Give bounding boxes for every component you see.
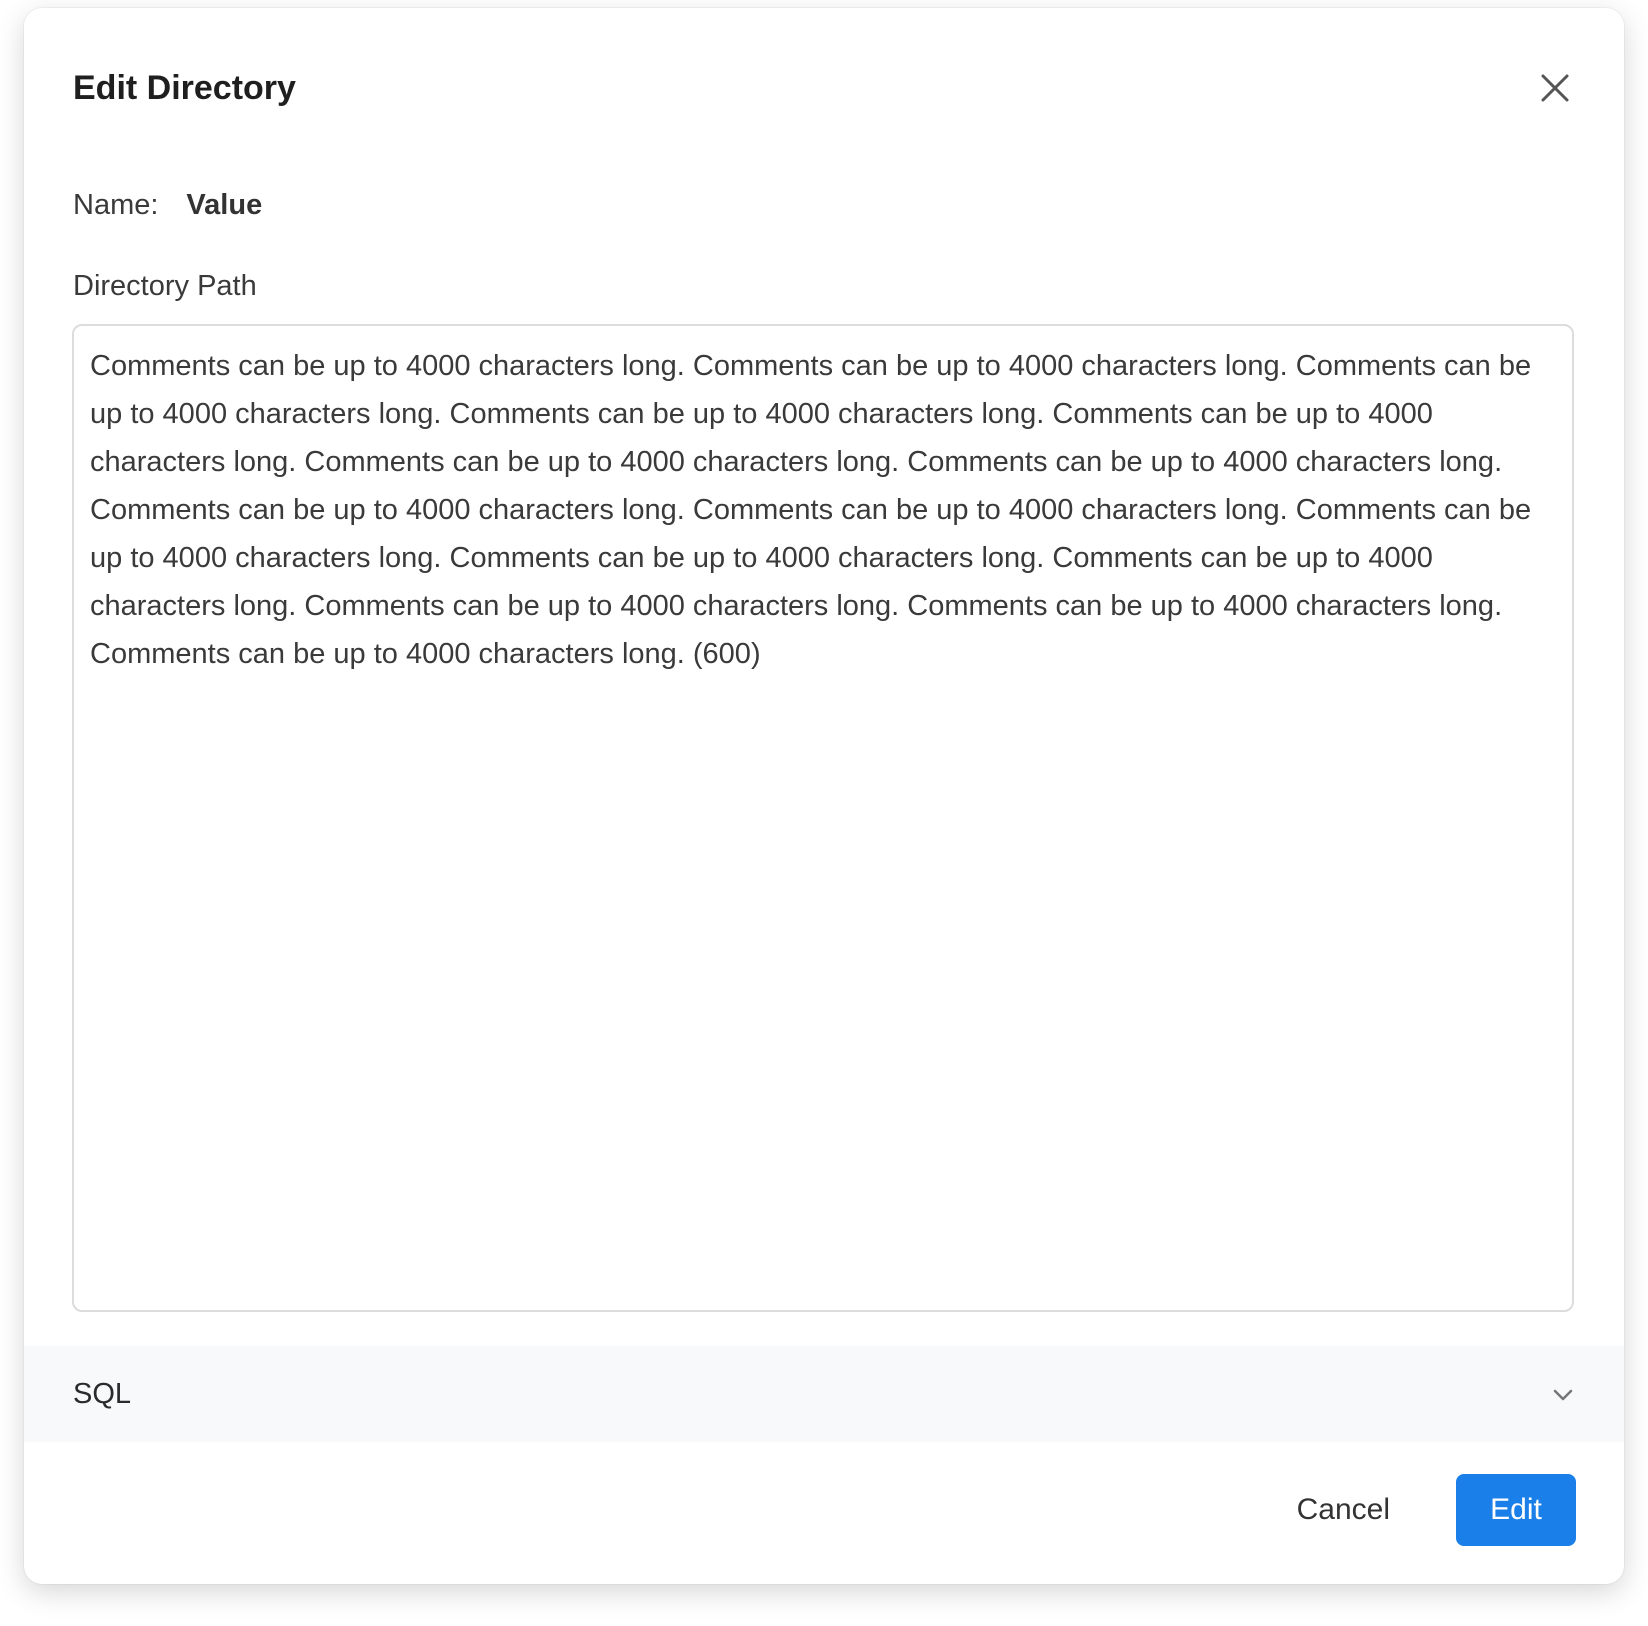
- cancel-button[interactable]: Cancel: [1283, 1474, 1404, 1546]
- dialog-header: Edit Directory: [73, 64, 1575, 112]
- sql-section-toggle[interactable]: SQL: [24, 1346, 1624, 1442]
- name-row: Name: Value: [73, 182, 262, 228]
- name-value: Value: [186, 189, 263, 221]
- chevron-down-icon: [1553, 1389, 1573, 1401]
- edit-directory-dialog: Edit Directory Name: Value Directory Path…: [24, 8, 1624, 1584]
- edit-button[interactable]: Edit: [1456, 1474, 1576, 1546]
- sql-section-label: SQL: [73, 1378, 132, 1410]
- name-label: Name:: [73, 189, 159, 221]
- dialog-footer: Cancel Edit: [24, 1466, 1624, 1566]
- dialog-title: Edit Directory: [73, 69, 296, 107]
- directory-path-input[interactable]: Comments can be up to 4000 characters lo…: [72, 324, 1574, 1312]
- directory-path-label: Directory Path: [73, 270, 257, 302]
- close-icon: [1541, 74, 1569, 102]
- close-button[interactable]: [1535, 68, 1575, 108]
